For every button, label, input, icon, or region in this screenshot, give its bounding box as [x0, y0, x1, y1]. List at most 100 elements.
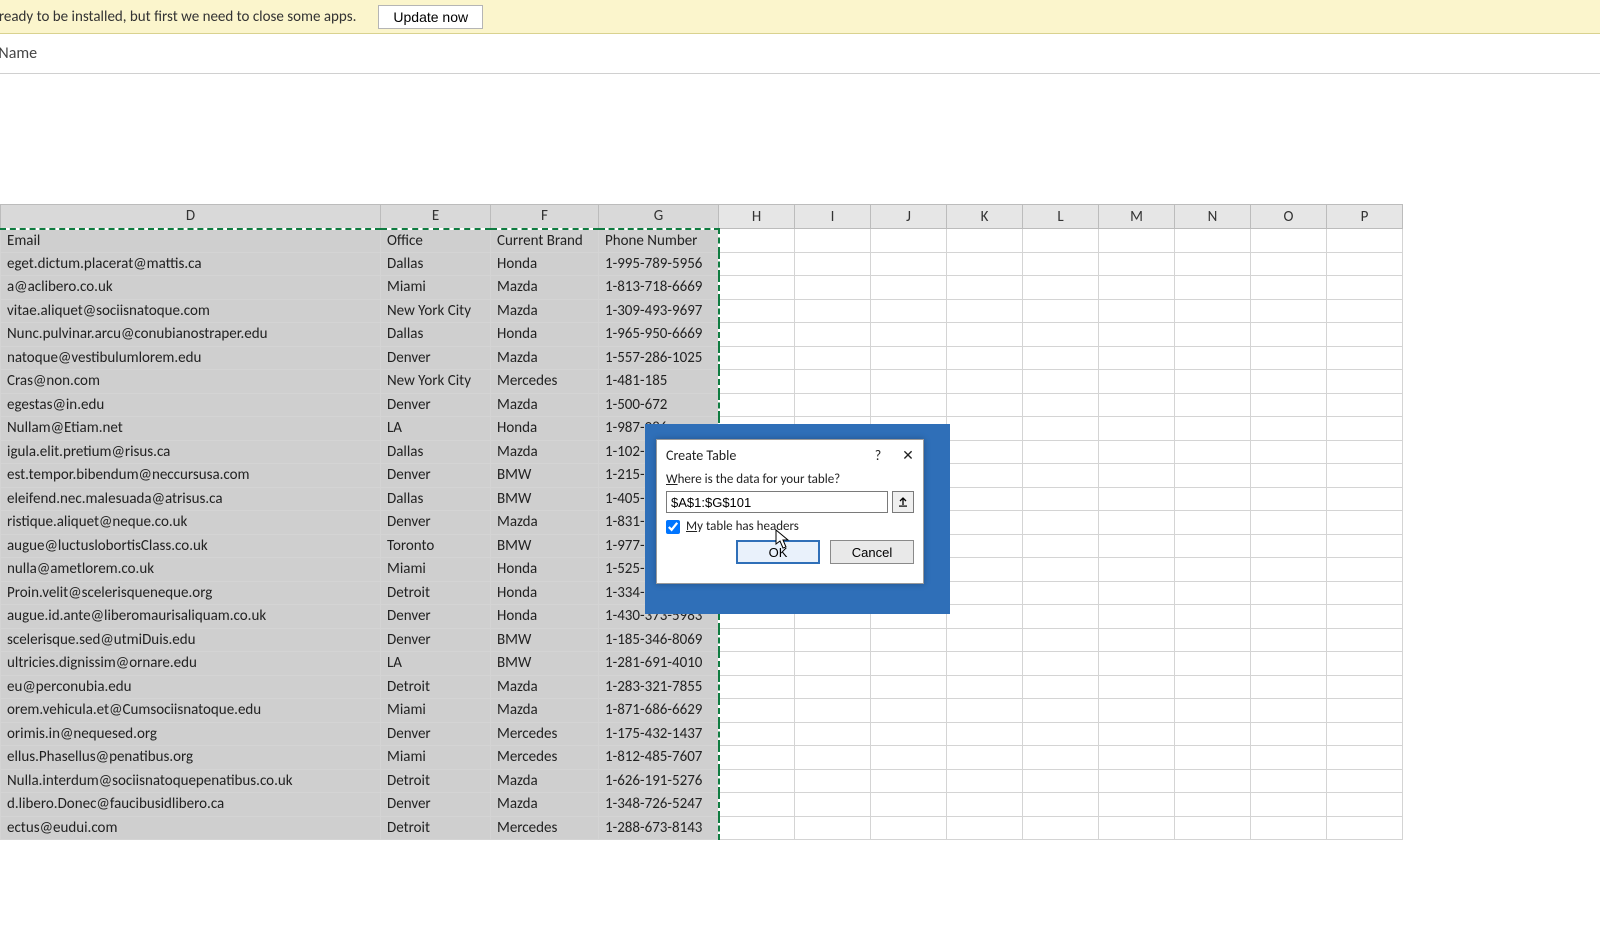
cell[interactable] — [1327, 605, 1403, 629]
cell[interactable] — [719, 746, 795, 770]
cell[interactable]: Denver — [381, 346, 491, 370]
cell[interactable] — [871, 816, 947, 840]
cell[interactable] — [1251, 440, 1327, 464]
dialog-titlebar[interactable]: Create Table ? ✕ — [657, 440, 923, 470]
cell[interactable] — [719, 252, 795, 276]
cell[interactable] — [795, 793, 871, 817]
cell[interactable]: Detroit — [381, 816, 491, 840]
cell[interactable] — [1251, 487, 1327, 511]
update-now-button[interactable]: Update now — [378, 5, 483, 29]
cell[interactable] — [1251, 370, 1327, 394]
cell[interactable] — [719, 276, 795, 300]
cell[interactable] — [1099, 816, 1175, 840]
cell[interactable] — [1251, 417, 1327, 441]
cell[interactable] — [719, 229, 795, 253]
cell[interactable] — [871, 393, 947, 417]
cell[interactable]: Miami — [381, 699, 491, 723]
cell[interactable] — [1099, 558, 1175, 582]
cell[interactable]: Mercedes — [491, 746, 599, 770]
cell[interactable] — [1251, 511, 1327, 535]
column-header-G[interactable]: G — [599, 205, 719, 229]
cell[interactable] — [1023, 722, 1099, 746]
cell[interactable] — [1175, 487, 1251, 511]
cell[interactable] — [1327, 417, 1403, 441]
cell[interactable] — [1099, 229, 1175, 253]
cell[interactable] — [871, 699, 947, 723]
cell[interactable] — [871, 769, 947, 793]
cell[interactable] — [1175, 252, 1251, 276]
cell[interactable] — [795, 628, 871, 652]
cell[interactable] — [1251, 628, 1327, 652]
cell[interactable]: augue.id.ante@liberomaurisaliquam.co.uk — [1, 605, 381, 629]
cell[interactable]: BMW — [491, 628, 599, 652]
cell[interactable] — [795, 722, 871, 746]
cell[interactable] — [947, 323, 1023, 347]
cell[interactable]: eleifend.nec.malesuada@atrisus.ca — [1, 487, 381, 511]
cell[interactable]: Denver — [381, 793, 491, 817]
cell[interactable] — [1023, 652, 1099, 676]
cell[interactable] — [1251, 675, 1327, 699]
cell[interactable]: ristique.aliquet@neque.co.uk — [1, 511, 381, 535]
cell[interactable] — [1327, 746, 1403, 770]
cell[interactable]: Detroit — [381, 581, 491, 605]
cell[interactable] — [1251, 346, 1327, 370]
column-header-J[interactable]: J — [871, 205, 947, 229]
cell[interactable]: Denver — [381, 628, 491, 652]
formula-bar[interactable]: rst Name — [0, 34, 1600, 74]
cell[interactable] — [871, 746, 947, 770]
cell[interactable]: Dallas — [381, 252, 491, 276]
cell[interactable] — [795, 393, 871, 417]
cell[interactable]: Honda — [491, 252, 599, 276]
spreadsheet-area[interactable]: DEFGHIJKLMNOP EmailOfficeCurrent BrandPh… — [0, 74, 1600, 946]
cell[interactable] — [871, 793, 947, 817]
cell[interactable] — [947, 675, 1023, 699]
cell[interactable] — [871, 628, 947, 652]
cell[interactable]: igula.elit.pretium@risus.ca — [1, 440, 381, 464]
cell[interactable] — [947, 299, 1023, 323]
cell[interactable]: 1-557-286-1025 — [599, 346, 719, 370]
cell[interactable] — [1099, 605, 1175, 629]
cell[interactable] — [1099, 393, 1175, 417]
range-input[interactable] — [666, 491, 888, 513]
cell[interactable] — [1251, 699, 1327, 723]
cell[interactable]: d.libero.Donec@faucibusidlibero.ca — [1, 793, 381, 817]
cell[interactable]: Mazda — [491, 276, 599, 300]
cell[interactable] — [1023, 746, 1099, 770]
cell[interactable]: 1-283-321-7855 — [599, 675, 719, 699]
cell[interactable]: 1-965-950-6669 — [599, 323, 719, 347]
cell[interactable]: 1-185-346-8069 — [599, 628, 719, 652]
cell[interactable]: a@aclibero.co.uk — [1, 276, 381, 300]
cell[interactable] — [1327, 699, 1403, 723]
cell[interactable] — [719, 769, 795, 793]
cell[interactable] — [1251, 229, 1327, 253]
cell[interactable]: 1-626-191-5276 — [599, 769, 719, 793]
cell[interactable] — [947, 417, 1023, 441]
cell[interactable] — [1251, 252, 1327, 276]
cell[interactable] — [795, 276, 871, 300]
cell[interactable] — [1099, 675, 1175, 699]
cell[interactable] — [795, 746, 871, 770]
cell[interactable] — [1175, 816, 1251, 840]
cell[interactable] — [1099, 628, 1175, 652]
cell[interactable] — [1099, 652, 1175, 676]
cell[interactable]: vitae.aliquet@sociisnatoque.com — [1, 299, 381, 323]
cell[interactable] — [1175, 746, 1251, 770]
cell[interactable] — [1327, 581, 1403, 605]
cell[interactable] — [1023, 346, 1099, 370]
cell[interactable] — [871, 675, 947, 699]
cell[interactable] — [795, 699, 871, 723]
cell[interactable] — [1251, 816, 1327, 840]
cell[interactable] — [1023, 393, 1099, 417]
cell[interactable] — [1099, 793, 1175, 817]
cell[interactable] — [1327, 346, 1403, 370]
cell[interactable] — [947, 534, 1023, 558]
cell[interactable] — [871, 346, 947, 370]
cell[interactable] — [1023, 793, 1099, 817]
cell[interactable] — [947, 276, 1023, 300]
cell[interactable]: Denver — [381, 511, 491, 535]
cell[interactable] — [1327, 393, 1403, 417]
cell[interactable] — [1251, 534, 1327, 558]
cell[interactable] — [871, 229, 947, 253]
cancel-button[interactable]: Cancel — [830, 540, 914, 564]
cell[interactable] — [1327, 440, 1403, 464]
